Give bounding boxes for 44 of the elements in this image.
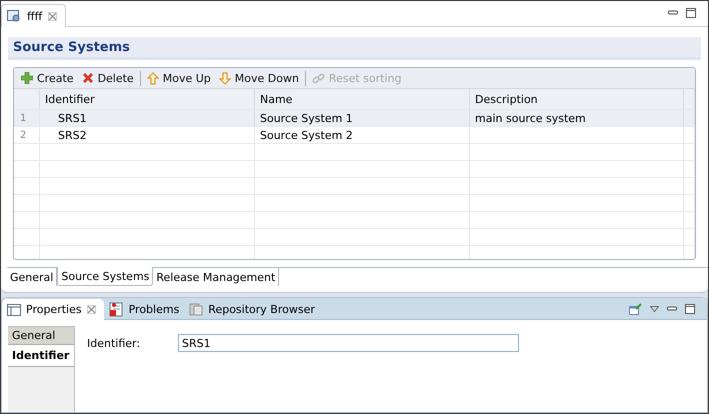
- row-number: 1: [14, 110, 40, 126]
- table-cell: Source System 2: [260, 128, 353, 142]
- arrow-up-icon: [146, 72, 159, 84]
- up-button[interactable]: Move Up: [142, 69, 215, 87]
- table-cell: Source System 1: [260, 112, 353, 124]
- problems-icon: [108, 302, 124, 316]
- table-icon: [7, 304, 21, 316]
- section-title: Source Systems: [8, 37, 701, 60]
- view-tab[interactable]: Repository Browser: [184, 299, 320, 319]
- maximize-icon[interactable]: [685, 304, 695, 314]
- field-label: Identifier:: [86, 336, 142, 350]
- table-row[interactable]: 2 SRS2 Source System 2: [14, 126, 695, 143]
- editor-icon: [7, 9, 21, 23]
- pin-icon[interactable]: [629, 302, 642, 314]
- sidebar-tab[interactable]: Identifier: [8, 345, 74, 367]
- repository-icon: [189, 302, 204, 316]
- identifier-field[interactable]: SRS1: [178, 334, 519, 352]
- editor-tab[interactable]: ffff: [1, 4, 66, 27]
- down-button[interactable]: Move Down: [214, 69, 303, 87]
- create-button[interactable]: Create: [17, 69, 78, 87]
- sidebar-tab[interactable]: General: [8, 327, 74, 345]
- maximize-icon[interactable]: [686, 8, 696, 18]
- close-icon[interactable]: [86, 305, 96, 314]
- view-tab[interactable]: Properties: [2, 299, 104, 320]
- plus-icon: [21, 72, 33, 84]
- table-cell: main source system: [475, 112, 586, 124]
- link-icon: [312, 72, 325, 84]
- table-cell: SRS2: [58, 128, 87, 142]
- page-tab[interactable]: Source Systems: [57, 267, 154, 286]
- row-number: 2: [14, 127, 40, 143]
- minimize-icon[interactable]: [667, 306, 677, 312]
- column-header[interactable]: Description: [470, 89, 684, 109]
- column-header[interactable]: Name: [255, 89, 470, 109]
- delete-button[interactable]: Delete: [78, 69, 138, 87]
- delete-icon: [82, 72, 94, 84]
- tab-title: ffff: [27, 10, 42, 22]
- minimize-icon[interactable]: [668, 10, 678, 16]
- view-menu-icon[interactable]: [650, 306, 659, 312]
- arrow-down-icon: [218, 72, 231, 84]
- close-icon[interactable]: [48, 12, 58, 20]
- table-row[interactable]: 1 SRS1 Source System 1 main source system: [14, 109, 695, 126]
- column-header[interactable]: Identifier: [40, 89, 255, 109]
- view-tab[interactable]: Problems: [104, 299, 184, 319]
- table-cell: SRS1: [58, 112, 87, 124]
